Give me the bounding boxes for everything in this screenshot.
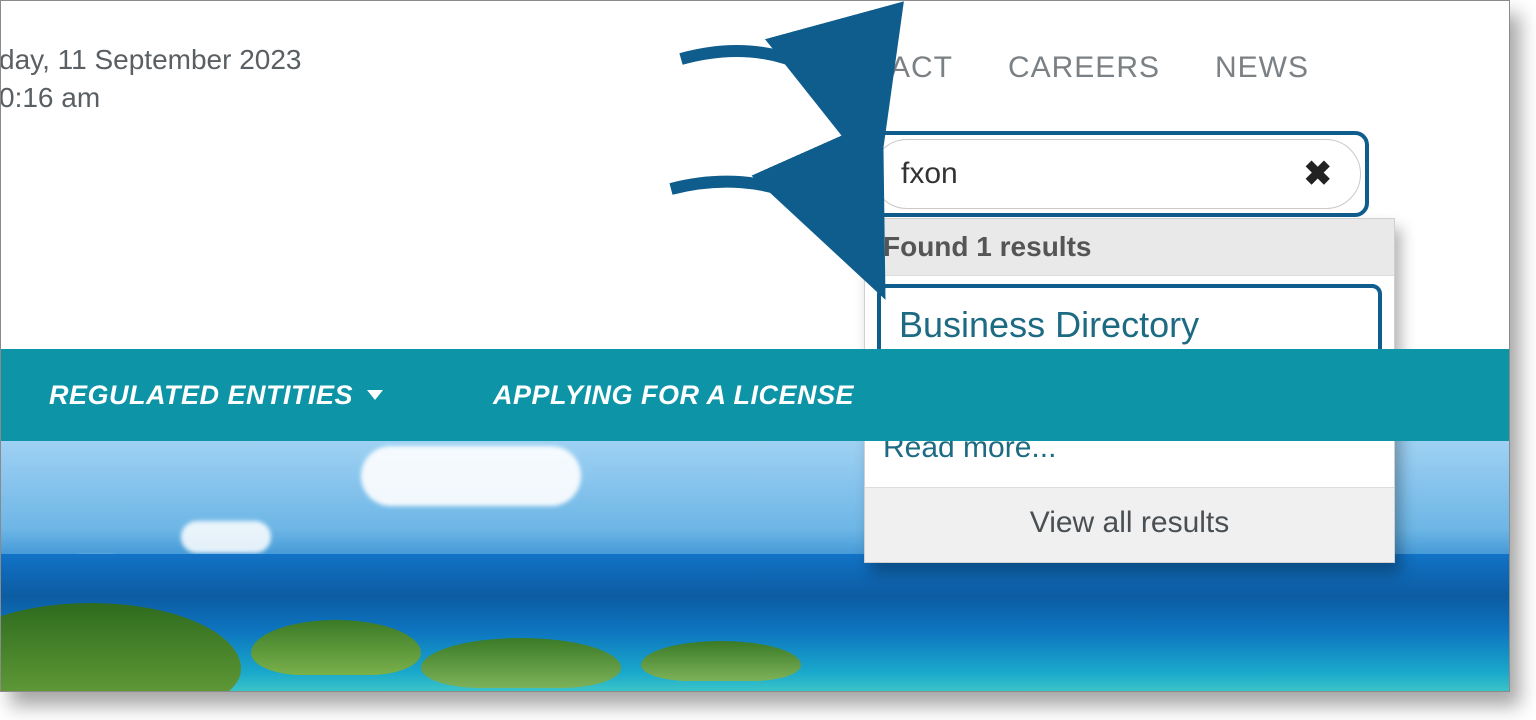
search-field[interactable]: ✖ [872,139,1361,209]
search-input[interactable] [901,157,1261,191]
annotation-arrow-1 [661,41,891,166]
nav-applying-license[interactable]: APPLYING FOR A LICENSE [493,380,854,411]
nav-news[interactable]: NEWS [1215,51,1309,117]
nav-careers[interactable]: CAREERS [1008,51,1160,117]
nav-regulated-label: REGULATED ENTITIES [49,380,353,411]
date-line-2: 0:16 am [0,79,302,117]
highlight-box-search: ✖ [864,131,1369,217]
island-decor [641,641,801,681]
app-frame: day, 11 September 2023 0:16 am CONTACT C… [0,0,1510,692]
close-icon[interactable]: ✖ [1304,154,1333,194]
primary-nav: REGULATED ENTITIES APPLYING FOR A LICENS… [1,349,1509,441]
view-all-results[interactable]: View all results [865,487,1394,562]
chevron-down-icon [367,390,383,400]
result-category: Business Directory [899,304,1360,346]
date-line-1: day, 11 September 2023 [0,41,302,79]
cloud-decor [181,521,271,553]
search-container: ✖ [864,131,1369,217]
nav-regulated-entities[interactable]: REGULATED ENTITIES [49,380,383,411]
results-header: Found 1 results [865,219,1394,276]
annotation-arrow-2 [651,171,891,286]
cloud-decor [361,446,581,506]
nav-applying-label: APPLYING FOR A LICENSE [493,380,854,411]
date-block: day, 11 September 2023 0:16 am [1,41,302,117]
